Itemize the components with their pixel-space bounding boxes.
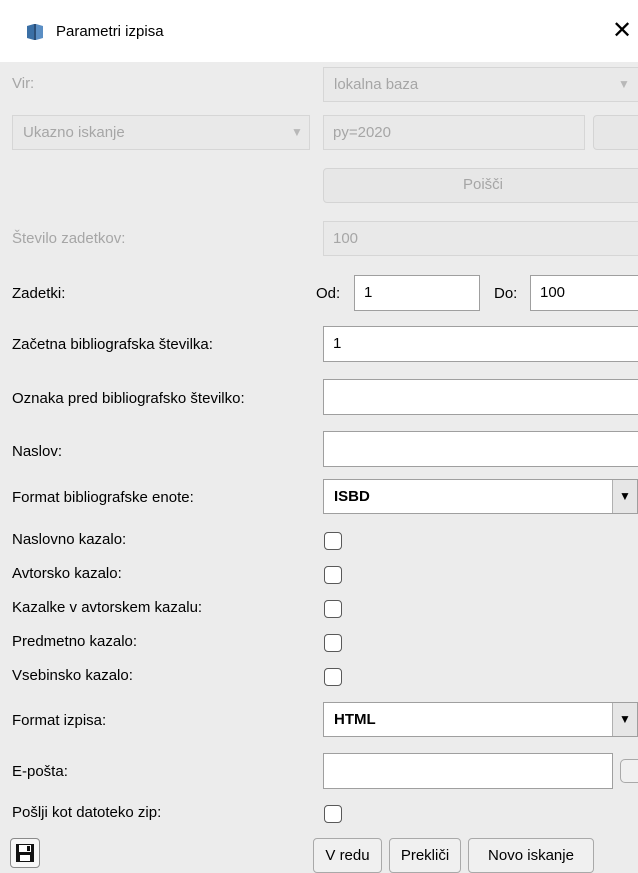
- content-index-checkbox[interactable]: [324, 668, 342, 686]
- email-extra-button[interactable]: [620, 759, 638, 783]
- author-refs-label: Kazalke v avtorskem kazalu:: [12, 599, 203, 616]
- hit-count-label: Število zadetkov:: [12, 230, 126, 247]
- hits-to-label: Do:: [494, 285, 518, 302]
- zip-label: Pošlji kot datoteko zip:: [12, 804, 162, 821]
- query-extra-button: [593, 115, 638, 150]
- query-input: py=2020: [323, 115, 585, 150]
- output-format-label: Format izpisa:: [12, 712, 107, 729]
- hits-label: Zadetki:: [12, 285, 66, 302]
- content-index-label: Vsebinsko kazalo:: [12, 667, 133, 684]
- record-format-label: Format bibliografske enote:: [12, 489, 194, 506]
- title-input[interactable]: [323, 431, 638, 467]
- source-label: Vir:: [12, 75, 35, 92]
- title-index-checkbox[interactable]: [324, 532, 342, 550]
- hits-to-input[interactable]: 100: [530, 275, 638, 311]
- output-format-value: HTML: [334, 711, 376, 728]
- start-number-input[interactable]: 1: [323, 326, 638, 362]
- search-button: Poišči: [323, 168, 638, 203]
- record-format-value: ISBD: [334, 488, 370, 505]
- window-title: Parametri izpisa: [56, 23, 164, 40]
- hit-count-field: 100: [323, 221, 638, 256]
- record-format-select[interactable]: ISBD ▼: [323, 479, 638, 514]
- subject-index-checkbox[interactable]: [324, 634, 342, 652]
- prefix-label: Oznaka pred bibliografsko številko:: [12, 390, 245, 407]
- source-select: lokalna baza ▼: [323, 67, 638, 102]
- zip-checkbox[interactable]: [324, 805, 342, 823]
- hits-from-input[interactable]: 1: [354, 275, 480, 311]
- app-icon: [25, 22, 45, 42]
- email-input[interactable]: [323, 753, 613, 789]
- search-type-value: Ukazno iskanje: [23, 124, 125, 141]
- chevron-down-icon: ▼: [618, 77, 630, 91]
- author-refs-checkbox[interactable]: [324, 600, 342, 618]
- ok-button[interactable]: V redu: [313, 838, 382, 873]
- save-icon: [15, 843, 35, 863]
- email-label: E-pošta:: [12, 763, 68, 780]
- cancel-button[interactable]: Prekliči: [389, 838, 461, 873]
- output-format-select[interactable]: HTML ▼: [323, 702, 638, 737]
- prefix-input[interactable]: [323, 379, 638, 415]
- search-type-select: Ukazno iskanje ▼: [12, 115, 310, 150]
- hits-from-label: Od:: [316, 285, 341, 302]
- close-icon[interactable]: ✕: [612, 18, 632, 44]
- author-index-label: Avtorsko kazalo:: [12, 565, 122, 582]
- chevron-down-icon[interactable]: ▼: [612, 703, 637, 736]
- chevron-down-icon[interactable]: ▼: [612, 480, 637, 513]
- source-select-value: lokalna baza: [334, 76, 419, 93]
- title-label: Naslov:: [12, 443, 63, 460]
- chevron-down-icon: ▼: [291, 125, 303, 139]
- new-search-button[interactable]: Novo iskanje: [468, 838, 594, 873]
- save-button[interactable]: [10, 838, 40, 868]
- start-number-label: Začetna bibliografska številka:: [12, 336, 213, 353]
- title-index-label: Naslovno kazalo:: [12, 531, 127, 548]
- author-index-checkbox[interactable]: [324, 566, 342, 584]
- subject-index-label: Predmetno kazalo:: [12, 633, 138, 650]
